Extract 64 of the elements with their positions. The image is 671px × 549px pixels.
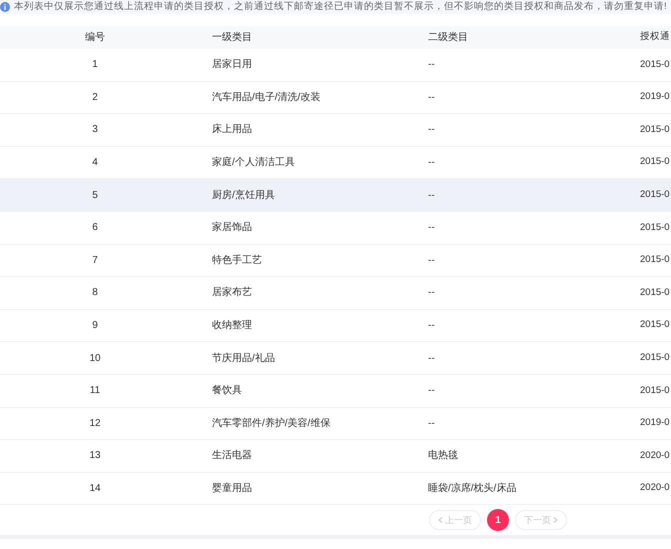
table-cell-text: --	[427, 58, 436, 72]
table-cell-text: --	[427, 123, 436, 138]
table-cell-text: 8	[91, 286, 99, 300]
table-cell-text: 2015-0	[639, 58, 671, 72]
table-cell-text: 家庭/个人清洁工具	[211, 156, 296, 170]
table-cell-text: --	[427, 286, 436, 300]
chevron-right-icon	[553, 517, 558, 524]
table-cell-text: 3	[91, 123, 99, 138]
table-cell-text: --	[427, 352, 436, 366]
table-cell-text: --	[427, 384, 436, 398]
table-cell-text: 2020-0	[639, 448, 671, 463]
table-cell-text: 13	[88, 449, 102, 464]
table-cell-text: --	[427, 319, 436, 334]
table-cell-text: --	[427, 156, 436, 170]
table-cell-text: 2019-0	[639, 416, 671, 430]
table-cell-text: 2015-0	[639, 384, 671, 398]
table-cell-text: 2	[91, 90, 99, 105]
table-cell-text: 4	[91, 156, 99, 170]
column-header: 二级类目	[427, 30, 469, 45]
table-cell-text: 2015-0	[639, 188, 671, 202]
table-cell-text: --	[427, 254, 436, 268]
table-cell-text: --	[427, 90, 436, 105]
table-cell-text: 2015-0	[639, 318, 671, 332]
table-cell-text: 厨房/烹饪用具	[211, 188, 276, 203]
table-cell-text: 餐饮具	[211, 384, 243, 398]
table-cell-text: 2015-0	[639, 155, 671, 170]
table-cell-text: 居家日用	[211, 58, 253, 72]
table-cell-text: 14	[88, 482, 102, 496]
table-cell-text: 床上用品	[211, 122, 253, 138]
table-cell-text: 睡袋/凉席/枕头/床品	[427, 482, 518, 496]
table-cell-text: 居家布艺	[211, 286, 253, 300]
column-header: 编号	[84, 30, 106, 45]
table-cell-text: 10	[88, 352, 102, 366]
table-cell-text: 汽车零部件/养护/美容/维保	[211, 416, 332, 431]
table-cell-text: --	[427, 188, 436, 203]
table-cell-text: 电热毯	[427, 448, 459, 464]
chevron-left-icon	[438, 517, 443, 524]
column-header: 授权通	[639, 30, 671, 44]
notice-text: 本列表中仅展示您通过线上流程申请的类目授权，之前通过线下邮寄途径已申请的类目暂不展示，但不影响您的类目授权和商品发布，请勿重复申请!	[14, 0, 667, 14]
table-cell-text: 7	[91, 254, 99, 268]
table-cell-text: 汽车用品/电子/清洗/改装	[211, 90, 322, 105]
table-cell-text: 2015-0	[639, 122, 671, 137]
table-cell-text: 2015-0	[639, 253, 671, 268]
column-header: 一级类目	[211, 30, 253, 45]
table-cell-text: 节庆用品/礼品	[211, 352, 276, 366]
table-cell-text: 收纳整理	[211, 319, 253, 334]
table-cell-text: 特色手工艺	[211, 254, 263, 268]
page-button[interactable]: 1	[487, 509, 509, 532]
table-cell-text: 5	[91, 188, 99, 203]
table-cell-text: --	[427, 416, 436, 431]
table-cell-text: 2015-0	[639, 351, 671, 366]
table-cell-text: 9	[91, 319, 99, 334]
table-cell-text: 2020-0	[639, 481, 671, 496]
table-cell-text: 婴童用品	[211, 482, 253, 496]
table-cell-text: 11	[88, 384, 102, 398]
table-cell-text: 2015-0	[639, 220, 671, 235]
table-cell-text: 1	[91, 58, 99, 72]
table-cell-text: 12	[88, 416, 102, 431]
table-cell-text: 2019-0	[639, 90, 671, 104]
table-cell-text: --	[427, 221, 436, 236]
table-cell-text: 家居饰品	[211, 220, 253, 236]
table-cell-text: 2015-0	[639, 286, 671, 300]
table-cell-text: 生活电器	[211, 448, 253, 464]
table-cell-text: 6	[91, 221, 99, 236]
